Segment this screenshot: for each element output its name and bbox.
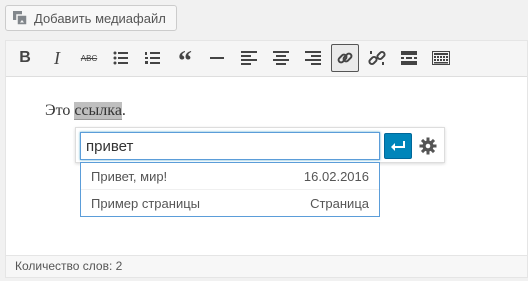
- keyboard-icon: [432, 51, 450, 65]
- selected-link-text[interactable]: ссылка: [74, 102, 122, 120]
- suggestion-item[interactable]: Пример страницы Страница: [81, 189, 379, 216]
- align-right-icon: [305, 51, 321, 65]
- insert-link-button[interactable]: [331, 44, 359, 72]
- horizontal-line-button[interactable]: [203, 44, 231, 72]
- horizontal-line-icon: [210, 57, 224, 59]
- media-icon: [12, 10, 28, 26]
- apply-link-button[interactable]: [384, 133, 412, 159]
- toolbar-toggle-button[interactable]: [427, 44, 455, 72]
- bulleted-list-button[interactable]: [107, 44, 135, 72]
- text-before: Это: [45, 102, 75, 119]
- strikethrough-button[interactable]: ABC: [75, 44, 103, 72]
- align-left-icon: [241, 51, 257, 65]
- suggestion-meta: Страница: [310, 195, 369, 211]
- bold-button[interactable]: B: [11, 44, 39, 72]
- bulleted-list-icon: [113, 51, 128, 65]
- italic-icon: I: [54, 47, 60, 68]
- link-dialog: [75, 127, 445, 163]
- blockquote-button[interactable]: “: [171, 44, 199, 77]
- add-media-button[interactable]: Добавить медиафайл: [5, 5, 177, 31]
- content-paragraph: Это ссылка.: [45, 102, 126, 120]
- link-suggestions: Привет, мир! 16.02.2016 Пример страницы …: [80, 162, 380, 217]
- align-right-button[interactable]: [299, 44, 327, 72]
- strikethrough-icon: ABC: [80, 53, 98, 63]
- italic-button[interactable]: I: [43, 44, 71, 72]
- suggestion-meta: 16.02.2016: [303, 168, 369, 184]
- read-more-icon: [401, 51, 417, 65]
- align-center-button[interactable]: [267, 44, 295, 72]
- unlink-icon: [368, 50, 386, 66]
- word-count: Количество слов: 2: [6, 255, 527, 277]
- read-more-button[interactable]: [395, 44, 423, 72]
- align-left-button[interactable]: [235, 44, 263, 72]
- remove-link-button[interactable]: [363, 44, 391, 72]
- suggestion-title: Пример страницы: [91, 195, 200, 211]
- numbered-list-icon: [145, 52, 160, 64]
- gear-icon: [419, 137, 437, 155]
- link-icon: [337, 52, 353, 64]
- editor-toolbar: B I ABC “: [6, 41, 527, 77]
- quote-icon: “: [178, 46, 192, 77]
- enter-icon: [391, 141, 405, 151]
- link-url-input[interactable]: [80, 132, 380, 160]
- text-after: .: [121, 102, 126, 119]
- link-settings-button[interactable]: [415, 133, 441, 159]
- suggestion-title: Привет, мир!: [91, 168, 168, 184]
- bold-icon: B: [19, 49, 31, 66]
- add-media-label: Добавить медиафайл: [34, 10, 166, 26]
- suggestion-item[interactable]: Привет, мир! 16.02.2016: [81, 163, 379, 189]
- numbered-list-button[interactable]: [139, 44, 167, 72]
- align-center-icon: [273, 51, 289, 65]
